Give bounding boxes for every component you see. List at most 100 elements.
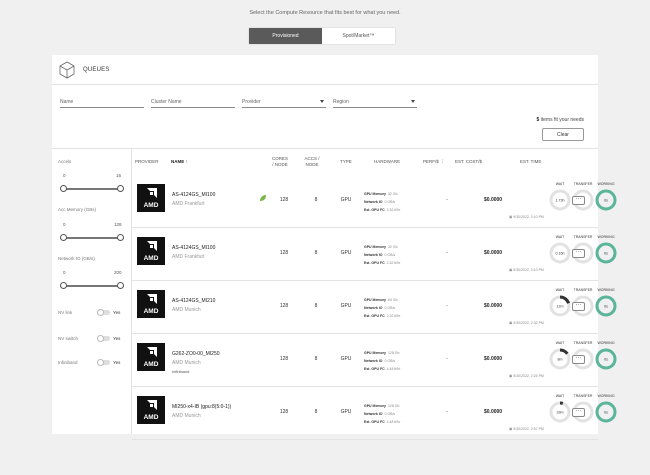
hw-perf-label: Est. GPU FC	[364, 261, 385, 265]
wait-dial: 8m	[549, 348, 571, 370]
hw-network-value: 0 GB/s	[384, 306, 396, 310]
hw-network-value: 0 GB/s	[384, 359, 396, 363]
table-row[interactable]: AMD G262-ZO0-00_MI250 AMD Munich Infinib…	[132, 334, 617, 387]
working-value: 0s	[604, 357, 608, 361]
table-row[interactable]: AMD AS-4124GS_MI210 AMD Munich 128 8 GPU…	[132, 281, 617, 334]
hw-network-label: Network IO	[364, 200, 383, 204]
queue-location: AMD Frankfurt	[172, 201, 205, 207]
acc-memory-min: 0	[63, 222, 66, 227]
slider-handle[interactable]	[117, 185, 124, 192]
transfer-label: TRANSFER	[573, 182, 593, 186]
accs-value: 8	[314, 250, 318, 256]
chevron-down-icon	[320, 100, 324, 103]
hardware-info: GPU Memory 32 Gb Network IO 0 GB/s Est. GP…	[364, 190, 400, 214]
slider-handle[interactable]	[60, 234, 67, 241]
col-cores[interactable]: CORES / NODE	[268, 156, 292, 168]
name-filter[interactable]: Name	[60, 97, 144, 108]
hw-memory: GPU Memory 128 Gb	[364, 402, 400, 410]
more-options-button[interactable]: ···	[572, 302, 585, 311]
clear-button[interactable]: Clear	[542, 128, 584, 141]
cores-value: 128	[279, 356, 289, 362]
table-row[interactable]: AMD AS-4124GS_MI100 AMD Frankfurt 128 8 …	[132, 175, 617, 228]
provider-filter[interactable]: Provider	[242, 97, 326, 108]
more-options-button[interactable]: ···	[572, 196, 585, 205]
calendar-icon: ▣	[509, 268, 513, 272]
slider-handle[interactable]	[60, 185, 67, 192]
cluster-filter[interactable]: Cluster Name	[151, 97, 235, 108]
hw-perf-label: Est. GPU FC	[364, 208, 385, 212]
cores-value: 128	[279, 303, 289, 309]
infiniband-toggle[interactable]	[97, 359, 110, 366]
queue-name[interactable]: AS-4124GS_MI100	[172, 245, 215, 251]
table-row[interactable]: AMD MI250-x4-IB (gpu:8(5:0-1)) AMD Munic…	[132, 387, 617, 440]
perf-value: -	[446, 197, 448, 203]
slider-handle[interactable]	[117, 282, 124, 289]
working-label: WORKING	[597, 182, 615, 186]
col-type[interactable]: TYPE	[340, 159, 352, 165]
infiniband-value: Yes	[113, 360, 121, 365]
cost-value: $0.0000	[484, 409, 503, 415]
acc-memory-label: Acc Memory (GBs)	[58, 207, 97, 212]
perf-value: -	[446, 250, 448, 256]
queue-name[interactable]: G262-ZO0-00_MI250	[172, 351, 220, 357]
wait-value: 1.73h	[556, 198, 565, 202]
hw-perf: Est. GPU FC 2.32 tf/hr	[364, 312, 400, 320]
col-perf[interactable]: PERF/$ ⋮	[423, 159, 445, 165]
accs-value: 8	[314, 356, 318, 362]
wait-value: 8m	[558, 357, 563, 361]
nvswitch-toggle[interactable]	[97, 335, 110, 342]
hw-memory-label: GPU Memory	[364, 298, 386, 302]
provisioned-tab[interactable]: Provisioned	[249, 28, 322, 44]
logo-text: AMD	[143, 414, 159, 421]
queue-name[interactable]: AS-4124GS_MI210	[172, 298, 215, 304]
working-value: 0s	[604, 304, 608, 308]
working-value: 0s	[604, 410, 608, 414]
slider-handle[interactable]	[60, 282, 67, 289]
type-value: GPU	[340, 197, 352, 203]
col-accs[interactable]: ACCS / NODE	[300, 156, 324, 168]
transfer-label: TRANSFER	[573, 341, 593, 345]
fit-count: 5	[536, 117, 540, 123]
logo-text: AMD	[143, 361, 159, 368]
hw-network: Network IO 0 GB/s	[364, 198, 400, 206]
spot-market-tab[interactable]: Spot/Market™	[322, 28, 395, 44]
provider-filter-label: Provider	[242, 99, 261, 105]
hw-perf: Est. GPU FC 2.32 tf/hr	[364, 206, 400, 214]
more-options-button[interactable]: ···	[572, 355, 585, 364]
more-options-button[interactable]: ···	[572, 249, 585, 258]
col-time[interactable]: EST. TIME	[520, 159, 541, 165]
wait-dial: 12m	[549, 295, 571, 317]
accels-slider[interactable]	[60, 185, 124, 192]
hw-memory: GPU Memory 64 Gb	[364, 296, 400, 304]
hw-network: Network IO 0 GB/s	[364, 304, 400, 312]
col-provider[interactable]: PROVIDER	[135, 159, 159, 165]
slider-handle[interactable]	[117, 234, 124, 241]
more-options-button[interactable]: ···	[572, 408, 585, 417]
queue-name[interactable]: AS-4124GS_MI100	[172, 192, 215, 198]
col-hardware[interactable]: HARDWARE	[374, 159, 400, 165]
hw-perf-label: Est. GPU FC	[364, 314, 385, 318]
more-dots-icon: ···	[575, 196, 582, 202]
toggle-knob	[97, 335, 104, 342]
working-dial: 0s	[595, 295, 617, 317]
nvlink-toggle[interactable]	[97, 309, 110, 316]
col-cost[interactable]: EST. COST/$	[455, 159, 482, 165]
hw-memory-label: GPU Memory	[364, 192, 386, 196]
working-label: WORKING	[597, 341, 615, 345]
acc-memory-max: 128	[114, 222, 122, 227]
hw-memory-value: 128 Gb	[387, 404, 400, 408]
cost-value: $0.0000	[484, 197, 503, 203]
intro-text: Select the Compute Resource that fits be…	[249, 10, 401, 16]
hw-network: Network IO 0 GB/s	[364, 357, 400, 365]
hw-network-label: Network IO	[364, 412, 383, 416]
acc-memory-slider[interactable]	[60, 234, 124, 241]
region-filter[interactable]: Region	[333, 97, 417, 108]
queue-name[interactable]: MI250-x4-IB (gpu:8(5:0-1))	[172, 404, 231, 410]
col-name[interactable]: NAME ↑	[171, 159, 188, 165]
hw-memory-value: 64 Gb	[387, 298, 398, 302]
network-slider[interactable]	[60, 282, 124, 289]
nvlink-label: NV link	[58, 310, 73, 315]
table-row[interactable]: AMD AS-4124GS_MI100 AMD Frankfurt 128 8 …	[132, 228, 617, 281]
hw-network-value: 0 GB/s	[384, 253, 396, 257]
col-cores-line2: / NODE	[272, 162, 288, 167]
